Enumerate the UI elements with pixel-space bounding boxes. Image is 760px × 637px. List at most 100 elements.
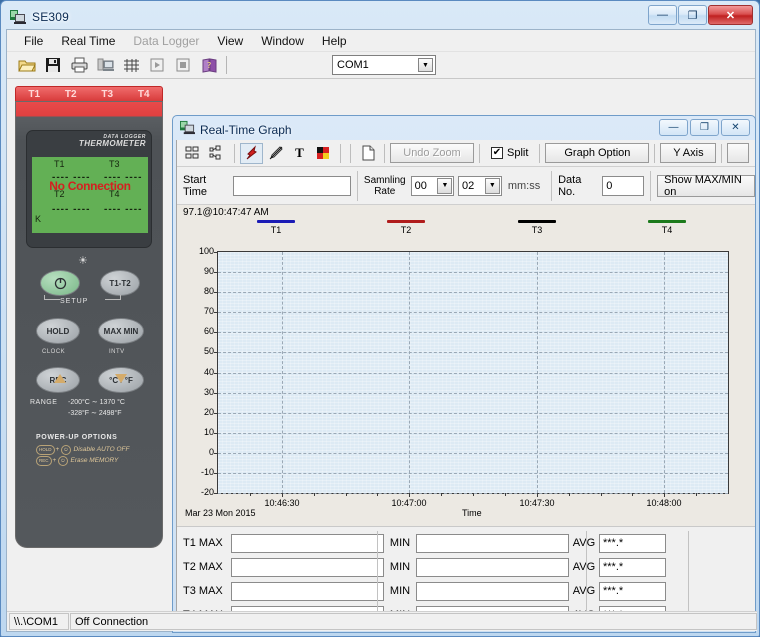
t1-t2-button[interactable]: T1-T2 bbox=[100, 270, 140, 296]
line-tool-icon[interactable] bbox=[264, 143, 287, 164]
chart-ytick-label: 20 bbox=[203, 407, 214, 417]
chart-gridline-horizontal bbox=[218, 373, 728, 374]
device-tab-t4[interactable]: T4 bbox=[138, 89, 150, 100]
start-time-input[interactable] bbox=[233, 175, 351, 196]
menu-help[interactable]: Help bbox=[313, 32, 356, 50]
t2-max-input[interactable] bbox=[231, 557, 384, 577]
graph-option-button[interactable]: Graph Option bbox=[545, 143, 650, 163]
chart-xtick-minor bbox=[696, 493, 697, 496]
color-tool-icon[interactable] bbox=[312, 143, 335, 164]
chart-gridline-horizontal bbox=[218, 352, 728, 353]
split-checkbox[interactable]: ✔ bbox=[491, 147, 503, 159]
overflow-button[interactable] bbox=[727, 143, 750, 163]
t3-avg-input[interactable]: ***.* bbox=[599, 581, 666, 601]
t2-min-input[interactable] bbox=[416, 557, 569, 577]
chart-ytick-label: 70 bbox=[203, 306, 214, 316]
power-up-key1-b: REC bbox=[36, 455, 52, 466]
chart-xtick-minor bbox=[473, 493, 474, 496]
chart-ytick-label: 0 bbox=[208, 447, 214, 457]
menu-window[interactable]: Window bbox=[252, 32, 313, 50]
lcd-label-t1: T1 bbox=[54, 159, 65, 169]
chart-plot-area[interactable]: 100 90 80 70 60 50 40 30 20 10 0 -10 -20 10:46:30 10:4… bbox=[199, 246, 729, 508]
menu-view[interactable]: View bbox=[208, 32, 252, 50]
pointer-tool-icon[interactable] bbox=[240, 142, 263, 164]
t3-min-input[interactable] bbox=[416, 581, 569, 601]
chart-ytick-label: -20 bbox=[200, 487, 214, 497]
minimize-button[interactable]: — bbox=[648, 5, 677, 25]
stats-divider bbox=[586, 531, 587, 619]
power-button[interactable] bbox=[40, 270, 80, 296]
menu-real-time[interactable]: Real Time bbox=[52, 32, 124, 50]
chart-gridline-horizontal bbox=[218, 272, 728, 273]
graph-client-area: T Undo Zoom ✔ Split Graph Option Y Axis … bbox=[176, 140, 755, 631]
triangle-down-icon bbox=[115, 374, 127, 383]
list-layout-icon[interactable] bbox=[206, 143, 229, 164]
setup-bracket-left bbox=[44, 295, 60, 300]
help-book-icon[interactable]: ? bbox=[197, 54, 221, 76]
lcd-frame: DATA LOGGER THERMOMETER T1 T3 ---- ---- … bbox=[26, 130, 152, 248]
graph-minimize-button[interactable]: — bbox=[659, 119, 688, 136]
menu-data-logger: Data Logger bbox=[133, 33, 200, 48]
open-file-icon[interactable] bbox=[15, 54, 39, 76]
chart-gridline-horizontal bbox=[218, 453, 728, 454]
hold-button[interactable]: HOLD bbox=[36, 318, 80, 344]
device-tab-t3[interactable]: T3 bbox=[101, 89, 113, 100]
y-axis-button[interactable]: Y Axis bbox=[660, 143, 717, 163]
t1-max-input[interactable] bbox=[231, 533, 384, 553]
t1-avg-input[interactable]: ***.* bbox=[599, 533, 666, 553]
chart-gridline-vertical bbox=[664, 252, 665, 493]
save-icon[interactable] bbox=[41, 54, 65, 76]
chevron-down-icon[interactable]: ▼ bbox=[484, 177, 500, 194]
power-up-desc-b: Erase MEMORY bbox=[70, 456, 119, 464]
chevron-down-icon[interactable]: ▼ bbox=[437, 177, 453, 194]
stats-row-t2: T2 MAX MIN AVG ***.* bbox=[183, 555, 755, 579]
power-up-key1-a: HOLD bbox=[36, 444, 55, 455]
t1-min-input[interactable] bbox=[416, 533, 569, 553]
graph-toolbar-separator bbox=[340, 143, 341, 163]
sampling-minutes-select[interactable]: 00 ▼ bbox=[410, 175, 455, 196]
t2-avg-input[interactable]: ***.* bbox=[599, 557, 666, 577]
chart-xaxis-label: Time bbox=[462, 508, 482, 518]
new-page-icon[interactable] bbox=[356, 143, 379, 164]
menu-file[interactable]: File bbox=[15, 32, 52, 50]
graph-close-button[interactable]: ✕ bbox=[721, 119, 750, 136]
stop-icon[interactable] bbox=[171, 54, 195, 76]
application-window: SE309 — ❐ ✕ File Real Time Data Logger V… bbox=[0, 0, 760, 637]
graph-window-controls: — ❐ ✕ bbox=[657, 119, 750, 136]
close-button[interactable]: ✕ bbox=[708, 5, 753, 25]
show-max-min-button[interactable]: Show MAX/MIN on bbox=[657, 174, 755, 198]
power-up-desc-a: Disable AUTO OFF bbox=[73, 445, 130, 453]
legend-label-t2: T2 bbox=[400, 225, 412, 235]
device-channel-tabs: T1 T2 T3 T4 bbox=[15, 86, 163, 102]
chart-gridline-vertical bbox=[282, 252, 283, 493]
sun-icon[interactable]: ☀ bbox=[78, 254, 88, 267]
graph-maximize-button[interactable]: ❐ bbox=[690, 119, 719, 136]
sampling-rate-label: Samnling Rate bbox=[363, 174, 406, 197]
device-tab-t2[interactable]: T2 bbox=[65, 89, 77, 100]
data-no-input[interactable]: 0 bbox=[602, 175, 645, 196]
legend-label-t4: T4 bbox=[661, 225, 673, 235]
app-title: SE309 bbox=[32, 10, 70, 24]
graph-window-title: Real-Time Graph bbox=[200, 122, 292, 137]
legend-layout-icon[interactable] bbox=[182, 143, 205, 164]
t3-max-input[interactable] bbox=[231, 581, 384, 601]
graph-toolbar-separator bbox=[350, 143, 351, 163]
legend-swatch-t2 bbox=[387, 220, 425, 223]
com-port-select[interactable]: COM1 ▼ bbox=[332, 55, 436, 75]
max-min-button[interactable]: MAX MIN bbox=[98, 318, 144, 344]
svg-text:?: ? bbox=[207, 61, 211, 70]
graph-window-icon bbox=[180, 120, 195, 140]
chevron-down-icon[interactable]: ▼ bbox=[418, 58, 433, 72]
device-tab-t1[interactable]: T1 bbox=[28, 89, 40, 100]
text-tool-icon[interactable]: T bbox=[288, 143, 311, 164]
chart-xtick-label: 10:48:00 bbox=[646, 498, 682, 508]
sampling-seconds-select[interactable]: 02 ▼ bbox=[458, 175, 502, 196]
title-bar: SE309 — ❐ ✕ bbox=[6, 5, 754, 29]
chart-gridline-horizontal bbox=[218, 393, 728, 394]
graph-timestamp: 97.1@10:47:47 AM bbox=[177, 205, 755, 220]
print-icon[interactable] bbox=[67, 54, 91, 76]
split-checkbox-group[interactable]: ✔ Split bbox=[485, 147, 534, 159]
graph-toolbar-separator bbox=[721, 143, 723, 163]
play-icon[interactable] bbox=[145, 54, 169, 76]
maximize-button[interactable]: ❐ bbox=[678, 5, 707, 25]
